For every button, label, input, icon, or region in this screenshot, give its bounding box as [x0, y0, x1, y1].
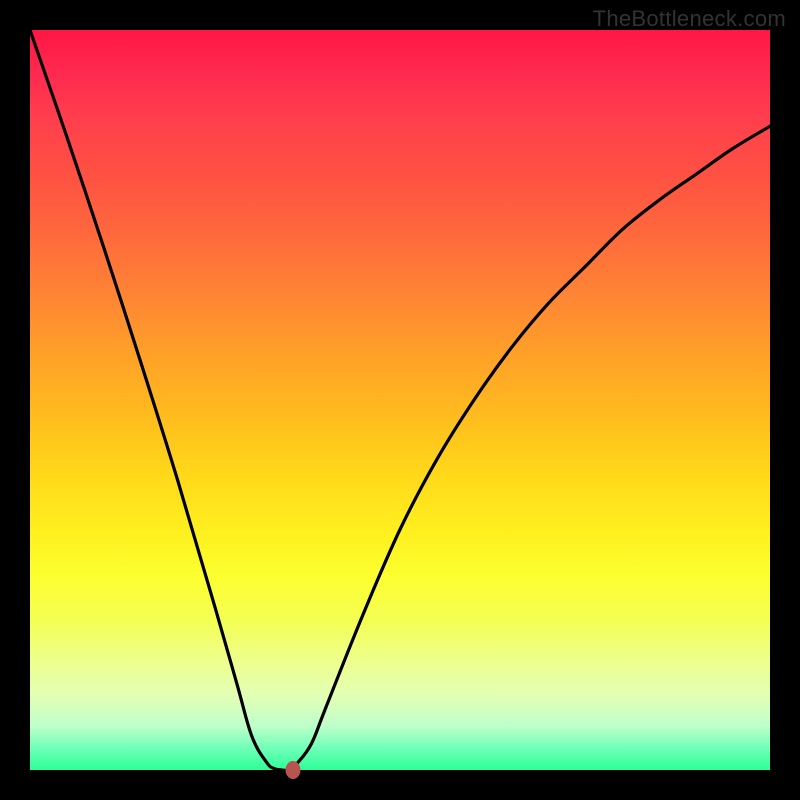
- optimal-point-marker: [285, 761, 300, 779]
- bottleneck-curve-line: [30, 30, 770, 770]
- watermark-text: TheBottleneck.com: [593, 6, 786, 32]
- chart-container: [30, 30, 770, 770]
- chart-curve-svg: [30, 30, 770, 770]
